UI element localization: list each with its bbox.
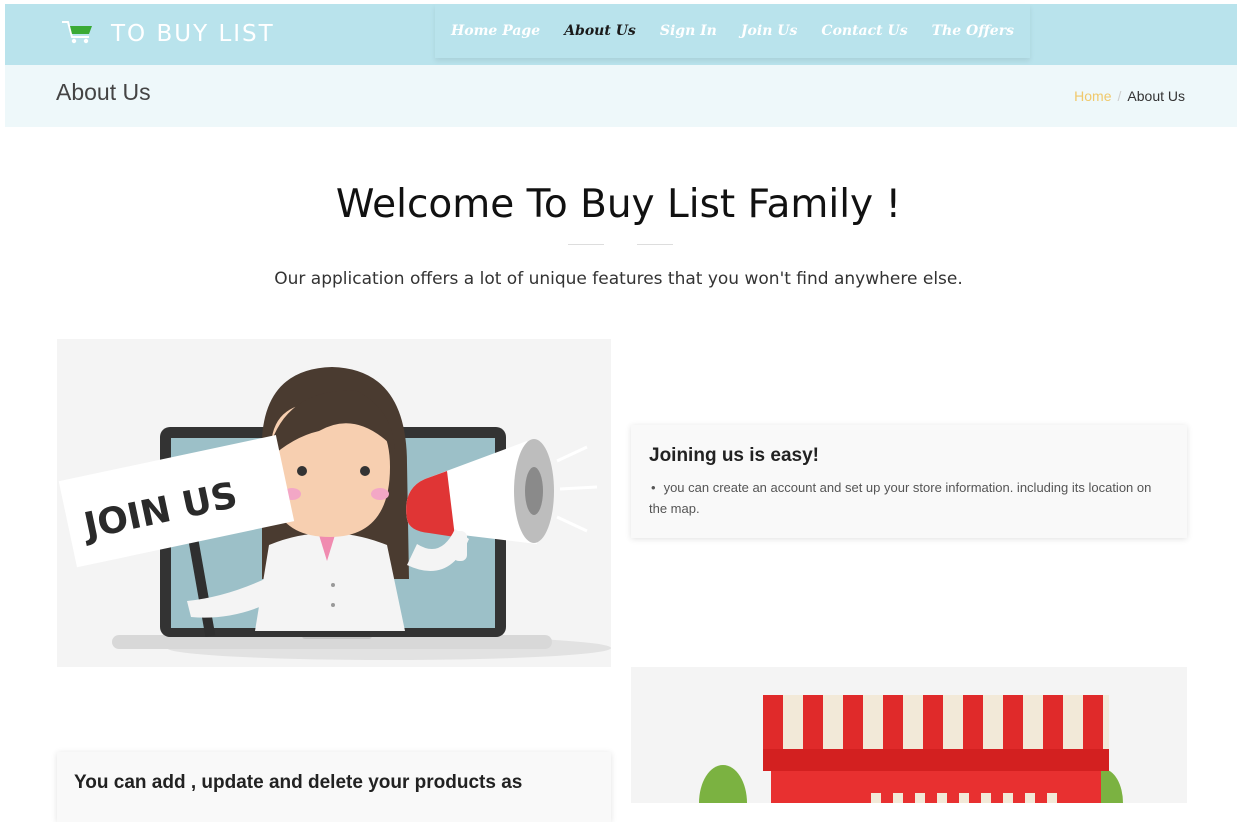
breadcrumb-separator: / — [1117, 88, 1122, 104]
nav-join-us[interactable]: Join Us — [741, 23, 797, 39]
welcome-heading: Welcome To Buy List Family ! — [335, 182, 902, 227]
page-header: About Us Home / About Us — [5, 65, 1237, 127]
nav-about-us[interactable]: About Us — [564, 23, 636, 39]
welcome-subtitle: Our application offers a lot of unique f… — [274, 269, 963, 289]
brand-name: TO BUY LIST — [111, 21, 275, 47]
nav-sign-in[interactable]: Sign In — [660, 23, 717, 39]
page-title: About Us — [56, 79, 151, 105]
shopping-cart-icon — [61, 19, 95, 50]
top-navbar: TO BUY LIST Home Page About Us Sign In J… — [5, 4, 1237, 65]
feature-text-joining-body: you can create an account and set up you… — [649, 480, 1152, 516]
breadcrumb-home-link[interactable]: Home — [1074, 88, 1111, 104]
feature-card-joining: Joining us is easy! • you can create an a… — [631, 425, 1187, 538]
nav-the-offers[interactable]: The Offers — [932, 23, 1014, 39]
feature-text-joining: • you can create an account and set up yo… — [649, 477, 1169, 519]
heading-divider-left — [568, 244, 604, 245]
breadcrumb-current: About Us — [1127, 88, 1185, 104]
store-illustration — [631, 667, 1187, 803]
brand-logo[interactable]: TO BUY LIST — [61, 16, 275, 52]
nav-contact-us[interactable]: Contact Us — [821, 23, 907, 39]
heading-divider-right — [637, 244, 673, 245]
nav-home-page[interactable]: Home Page — [451, 23, 540, 39]
breadcrumb: Home / About Us — [1074, 88, 1185, 104]
bullet-icon: • — [651, 480, 656, 495]
feature-title-products: You can add , update and delete your pro… — [74, 772, 523, 793]
join-us-illustration: JOIN US — [57, 339, 611, 667]
feature-card-products: You can add , update and delete your pro… — [57, 752, 611, 822]
main-nav: Home Page About Us Sign In Join Us Conta… — [435, 4, 1030, 58]
feature-title-joining: Joining us is easy! — [649, 445, 819, 466]
